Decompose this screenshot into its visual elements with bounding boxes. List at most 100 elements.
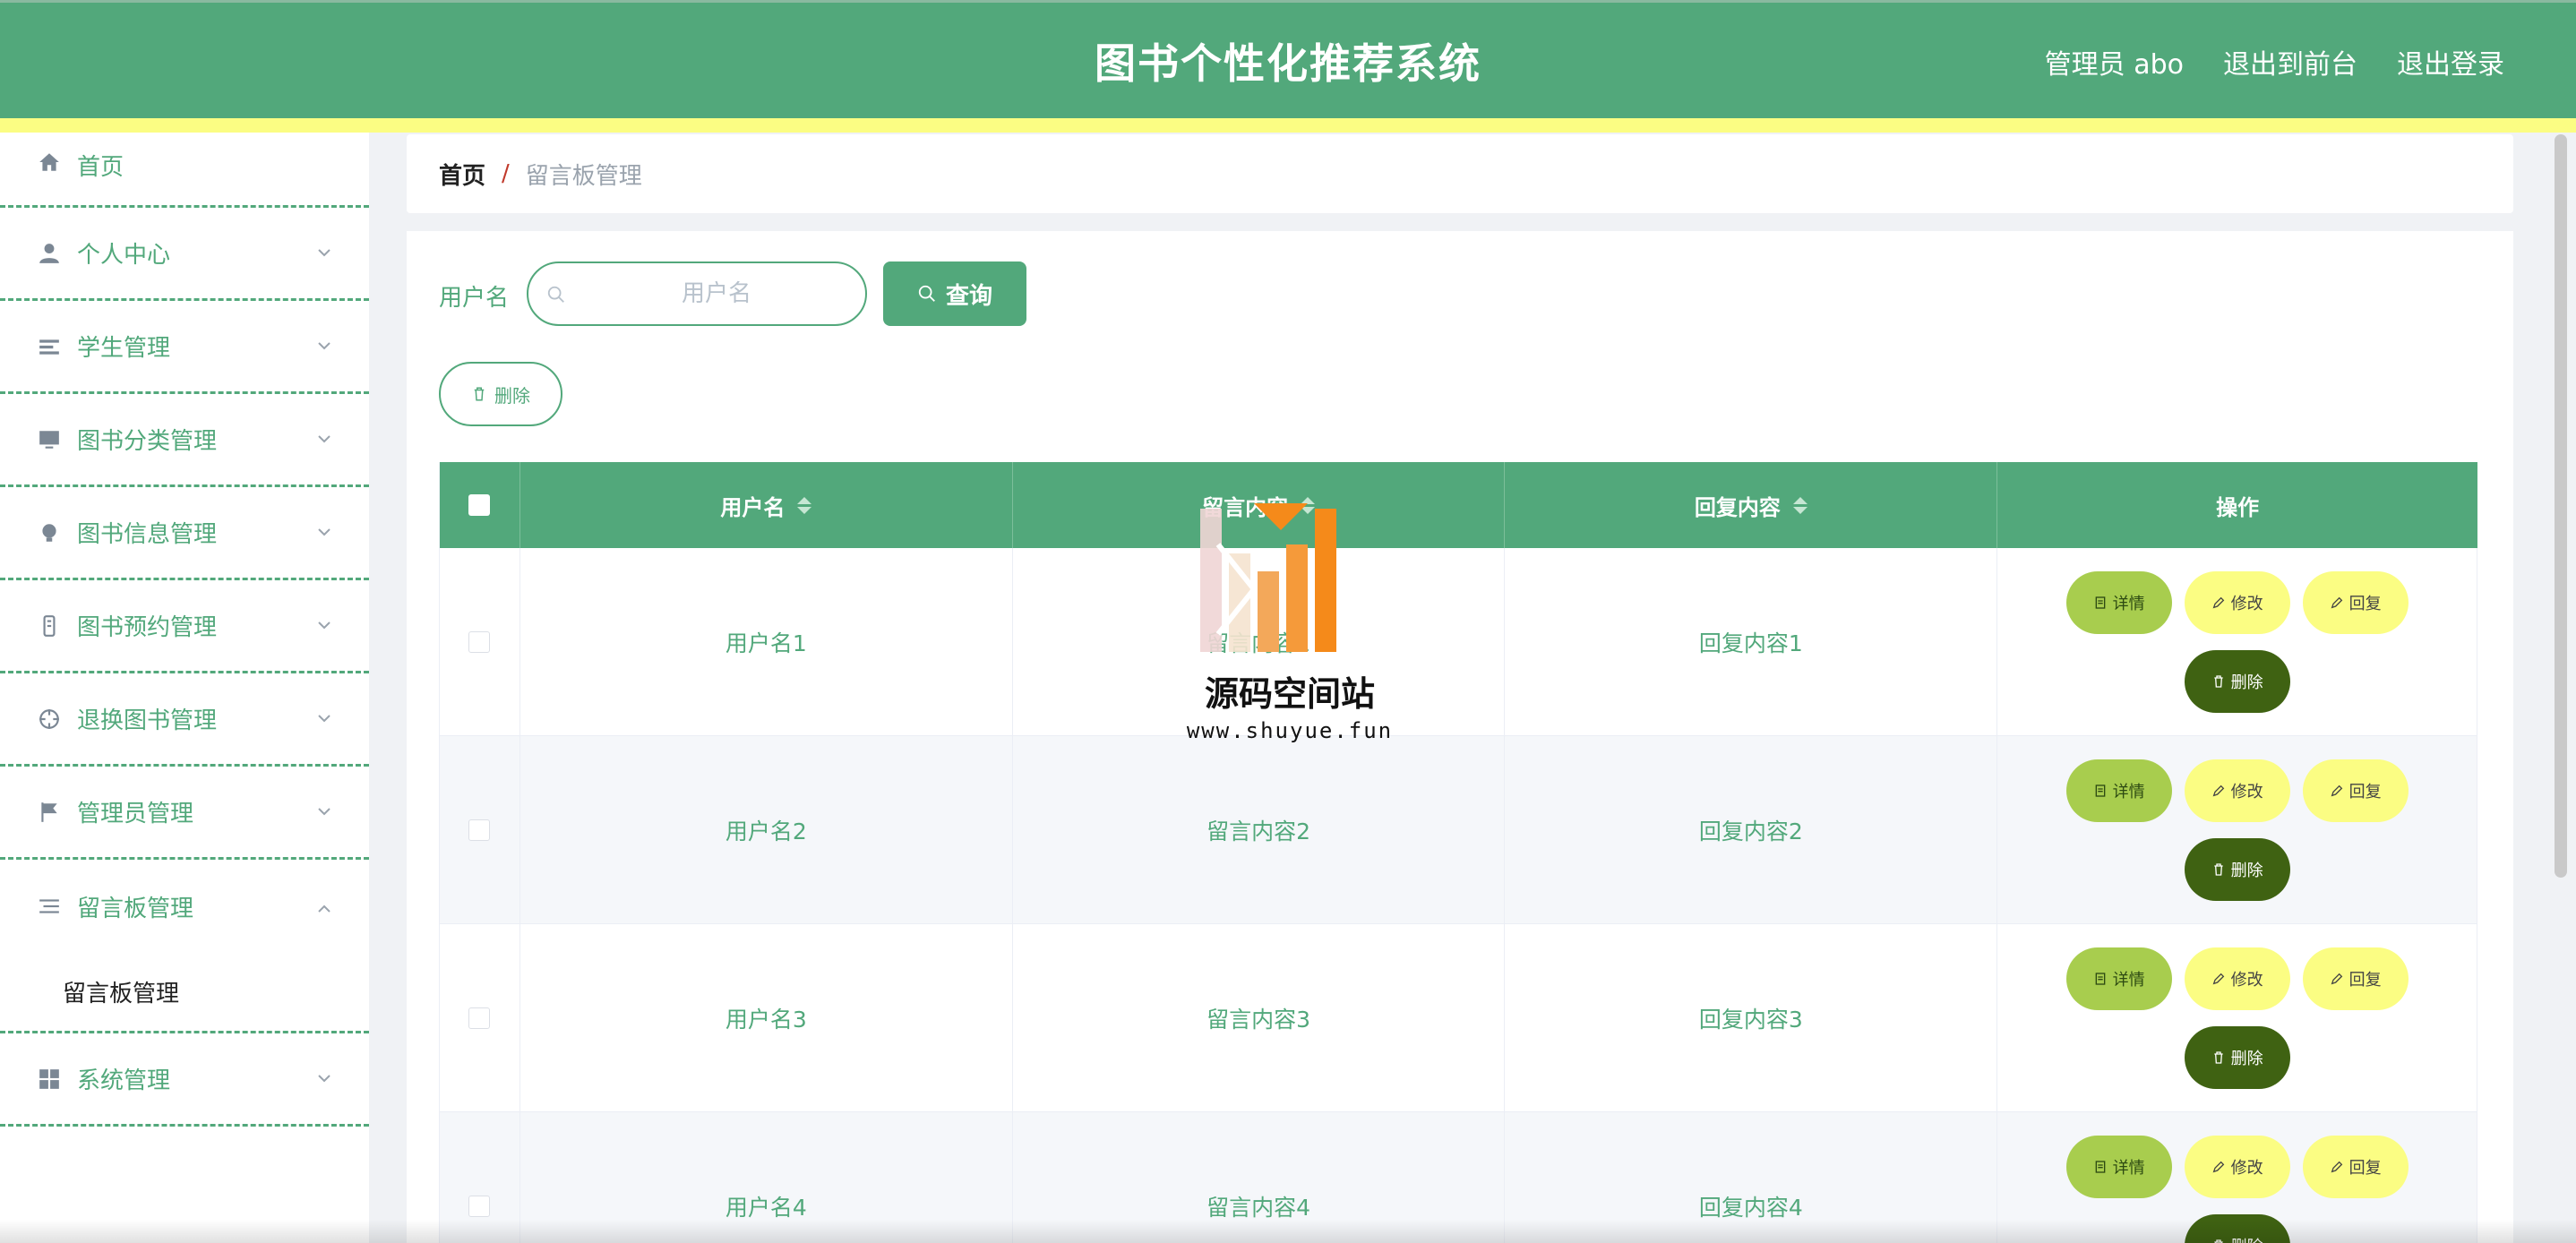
batch-delete-label: 删除 bbox=[494, 384, 530, 407]
detail-label: 详情 bbox=[2112, 1158, 2145, 1178]
sort-icon[interactable] bbox=[797, 496, 812, 514]
sidebar-item-book-return[interactable]: 退换图书管理 bbox=[0, 673, 369, 767]
sidebar-item-book-category[interactable]: 图书分类管理 bbox=[0, 394, 369, 487]
submenu-label: 留言板管理 bbox=[63, 981, 180, 1007]
grid-icon bbox=[36, 1066, 63, 1093]
row-select-cell bbox=[440, 548, 520, 735]
reply-button[interactable]: 回复 bbox=[2302, 1135, 2409, 1198]
sidebar-item-system[interactable]: 系统管理 bbox=[0, 1033, 369, 1127]
sort-icon[interactable] bbox=[1792, 496, 1807, 514]
sidebar-item-admins[interactable]: 管理员管理 bbox=[0, 767, 369, 860]
monitor-icon bbox=[36, 426, 63, 453]
delete-button[interactable]: 删除 bbox=[2184, 837, 2290, 901]
batch-delete-button[interactable]: 删除 bbox=[439, 362, 562, 426]
header-label: 回复内容 bbox=[1694, 494, 1781, 520]
edit-button[interactable]: 修改 bbox=[2184, 759, 2290, 822]
watermark-url: www.shuyue.fun bbox=[1186, 718, 1394, 743]
edit-button[interactable]: 修改 bbox=[2184, 570, 2290, 634]
bulb-icon bbox=[36, 519, 63, 546]
detail-label: 详情 bbox=[2112, 970, 2145, 990]
header-reply[interactable]: 回复内容 bbox=[1505, 462, 1998, 548]
row-checkbox[interactable] bbox=[468, 630, 491, 653]
detail-button[interactable]: 详情 bbox=[2065, 1135, 2172, 1198]
detail-button[interactable]: 详情 bbox=[2065, 759, 2172, 822]
select-all-checkbox[interactable] bbox=[468, 494, 491, 516]
search-label: 用户名 bbox=[439, 285, 510, 312]
pencil-icon bbox=[2212, 1161, 2224, 1172]
delete-button[interactable]: 删除 bbox=[2184, 1025, 2290, 1089]
list-icon bbox=[36, 333, 63, 360]
detail-button[interactable]: 详情 bbox=[2065, 947, 2172, 1010]
edit-button[interactable]: 修改 bbox=[2184, 1135, 2290, 1198]
submenu-message-board[interactable]: 留言板管理 bbox=[0, 953, 369, 1033]
sidebar-item-personal[interactable]: 个人中心 bbox=[0, 208, 369, 301]
sidebar-item-label: 首页 bbox=[77, 154, 125, 181]
reply-button[interactable]: 回复 bbox=[2302, 947, 2409, 1010]
sidebar-item-home[interactable]: 首页 bbox=[0, 133, 369, 208]
pencil-icon bbox=[2212, 973, 2224, 984]
chevron-down-icon bbox=[318, 434, 331, 442]
search-icon bbox=[547, 286, 564, 303]
reply-button[interactable]: 回复 bbox=[2302, 759, 2409, 822]
table-header: 用户名 留言内容 回复内容 操作 bbox=[440, 462, 2477, 548]
row-actions: 详情 修改 回复 删除 bbox=[2049, 759, 2426, 901]
frontend-link[interactable]: 退出到前台 bbox=[2223, 42, 2357, 81]
sidebar-item-label: 图书信息管理 bbox=[77, 521, 218, 548]
trash-icon bbox=[2213, 1050, 2223, 1064]
delete-label: 删除 bbox=[2230, 673, 2263, 692]
trash-icon bbox=[2213, 862, 2223, 876]
page-scrollbar[interactable] bbox=[2555, 134, 2567, 878]
detail-label: 详情 bbox=[2112, 594, 2145, 613]
query-button[interactable]: 查询 bbox=[883, 261, 1026, 326]
row-checkbox[interactable] bbox=[468, 1195, 491, 1217]
search-icon bbox=[918, 285, 935, 302]
reply-label: 回复 bbox=[2348, 970, 2382, 990]
detail-button[interactable]: 详情 bbox=[2065, 570, 2172, 634]
sidebar-item-book-info[interactable]: 图书信息管理 bbox=[0, 487, 369, 580]
row-select-cell bbox=[440, 736, 520, 923]
sidebar-item-label: 退换图书管理 bbox=[77, 707, 218, 734]
pencil-icon bbox=[2212, 784, 2224, 796]
cell-username: 用户名2 bbox=[520, 736, 1013, 923]
header-label: 用户名 bbox=[720, 494, 786, 520]
search-input[interactable] bbox=[582, 274, 851, 313]
query-button-label: 查询 bbox=[945, 282, 992, 310]
sidebar-item-students[interactable]: 学生管理 bbox=[0, 301, 369, 394]
reply-button[interactable]: 回复 bbox=[2302, 570, 2409, 634]
header-select-all[interactable] bbox=[440, 462, 520, 548]
cell-reply: 回复内容1 bbox=[1505, 548, 1998, 735]
header-nav: 管理员 abo 退出到前台 退出登录 bbox=[2045, 42, 2504, 81]
chevron-down-icon bbox=[318, 807, 331, 815]
bottom-shadow bbox=[0, 1220, 2576, 1243]
pencil-icon bbox=[2331, 784, 2342, 796]
breadcrumb: 首页 / 留言板管理 bbox=[407, 134, 2513, 213]
logout-link[interactable]: 退出登录 bbox=[2397, 42, 2504, 81]
delete-label: 删除 bbox=[2230, 861, 2263, 880]
sidebar-item-book-reservation[interactable]: 图书预约管理 bbox=[0, 580, 369, 673]
sidebar-item-message-board[interactable]: 留言板管理 bbox=[0, 860, 369, 953]
row-checkbox[interactable] bbox=[468, 1007, 491, 1029]
search-input-wrapper bbox=[527, 261, 867, 326]
table-body: 用户名1 留言内容1 回复内容1 详情 修改 回复 删除 bbox=[440, 548, 2478, 1243]
admin-label[interactable]: 管理员 abo bbox=[2045, 42, 2184, 81]
breadcrumb-home[interactable]: 首页 bbox=[439, 158, 485, 191]
top-header: 图书个性化推荐系统 管理员 abo 退出到前台 退出登录 bbox=[0, 0, 2576, 133]
home-icon bbox=[36, 149, 63, 176]
sidebar-item-label: 图书分类管理 bbox=[77, 428, 218, 455]
sidebar-item-label: 图书预约管理 bbox=[77, 614, 218, 641]
row-actions: 详情 修改 回复 删除 bbox=[2049, 570, 2426, 713]
cell-ops: 详情 修改 回复 删除 bbox=[1997, 736, 2478, 923]
content-card: 用户名 查询 删除 用户名 留言内容 回复内容 操作 bbox=[407, 231, 2513, 1243]
row-checkbox[interactable] bbox=[468, 819, 491, 841]
watermark-text: 源码空间站 bbox=[1204, 674, 1375, 714]
edit-button[interactable]: 修改 bbox=[2184, 947, 2290, 1010]
header-username[interactable]: 用户名 bbox=[520, 462, 1013, 548]
watermark: 源码空间站 www.shuyue.fun bbox=[1182, 491, 1397, 750]
sidebar-item-label: 系统管理 bbox=[77, 1067, 171, 1094]
cell-username: 用户名1 bbox=[520, 548, 1013, 735]
cell-username: 用户名3 bbox=[520, 924, 1013, 1111]
pencil-icon bbox=[2331, 1161, 2342, 1172]
watermark-logo-icon bbox=[1200, 503, 1336, 652]
trash-icon bbox=[474, 387, 485, 401]
delete-button[interactable]: 删除 bbox=[2184, 649, 2290, 713]
